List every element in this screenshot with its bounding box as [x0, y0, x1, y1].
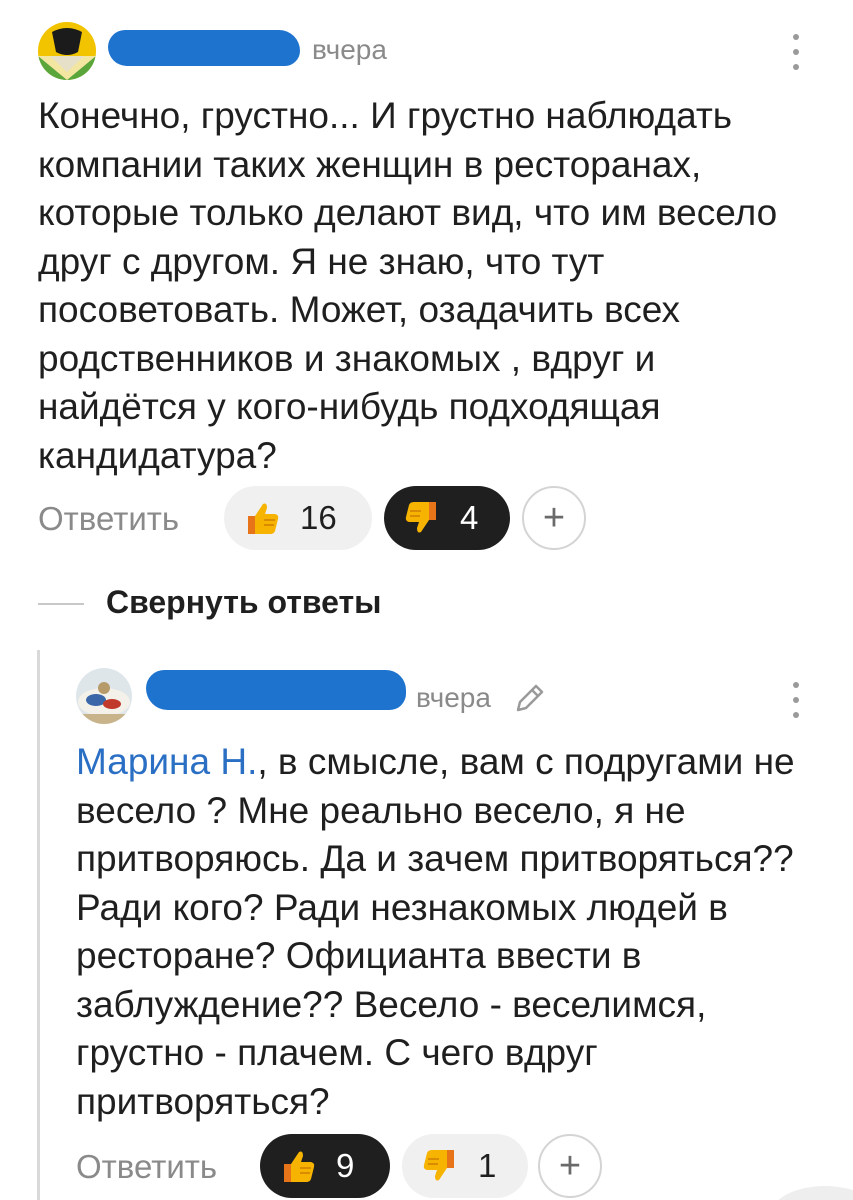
- username-redacted[interactable]: [108, 30, 300, 66]
- edit-icon[interactable]: [512, 680, 548, 716]
- reply-button[interactable]: Ответить: [38, 500, 179, 538]
- reply-like-count: 9: [336, 1147, 355, 1184]
- comment-text: Конечно, грустно... И грустно наблюдать …: [38, 95, 778, 476]
- avatar[interactable]: [38, 22, 96, 80]
- thumbs-up-icon: [248, 503, 279, 534]
- plus-icon: +: [558, 1144, 582, 1187]
- reply-like-button[interactable]: 9: [260, 1134, 390, 1198]
- add-reaction-button[interactable]: +: [522, 486, 586, 550]
- mention-link[interactable]: Марина Н.: [76, 741, 257, 782]
- like-button[interactable]: 16: [224, 486, 372, 550]
- comments-page: вчера Конечно, грустно... И грустно набл…: [0, 0, 853, 1200]
- reply-dislike-count: 1: [478, 1147, 497, 1184]
- reply-actions: Ответить 9 1 +: [76, 1134, 816, 1198]
- reply-reply-button[interactable]: Ответить: [76, 1148, 217, 1186]
- reply-add-reaction-button[interactable]: +: [538, 1134, 602, 1198]
- collapse-replies-label: Свернуть ответы: [106, 584, 382, 620]
- reply-dislike-button[interactable]: 1: [402, 1134, 528, 1198]
- comment-actions: Ответить 16 4 +: [38, 486, 818, 550]
- plus-icon: +: [542, 496, 566, 539]
- reply-time: вчера: [416, 682, 491, 713]
- thread-line: [37, 650, 40, 1200]
- reply-body: , в смысле, вам с подругами не весело ? …: [76, 741, 795, 1122]
- comment-time: вчера: [312, 34, 387, 65]
- collapse-divider: [38, 603, 84, 605]
- reply-more-options-icon[interactable]: [788, 682, 804, 718]
- dislike-count: 4: [460, 499, 479, 536]
- thumbs-up-icon: [284, 1151, 315, 1182]
- reply-text: Марина Н., в смысле, вам с подругами не …: [76, 738, 816, 1126]
- dislike-button[interactable]: 4: [384, 486, 510, 550]
- thumbs-down-icon: [423, 1150, 454, 1181]
- reply-username-redacted[interactable]: [146, 670, 406, 710]
- more-options-icon[interactable]: [788, 34, 804, 70]
- reply-avatar[interactable]: [76, 668, 132, 724]
- thumbs-down-icon: [405, 502, 436, 533]
- like-count: 16: [300, 499, 337, 536]
- collapse-replies-button[interactable]: Свернуть ответы: [38, 582, 638, 626]
